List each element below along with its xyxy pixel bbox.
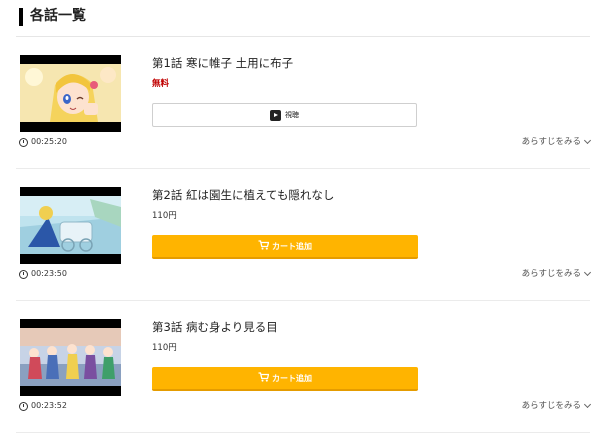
section-header: 各話一覧: [16, 0, 590, 37]
synopsis-toggle[interactable]: あらすじをみる: [521, 267, 592, 281]
episode-thumbnail[interactable]: [20, 55, 121, 132]
episode-item: 00:25:20 第1話 寒に帷子 土用に布子 無料 視聴 あらすじをみる: [16, 37, 592, 169]
episode-price: 110円: [152, 343, 177, 353]
synopsis-label: あらすじをみる: [521, 137, 581, 147]
chevron-down-icon: [583, 400, 592, 409]
watch-button-label: 視聴: [285, 111, 299, 119]
section-title: 各話一覧: [30, 8, 86, 24]
add-to-cart-button[interactable]: カート追加: [152, 367, 418, 391]
episode-item: 00:23:50 第2話 紅は園生に植えても隠れなし 110円 カート追加 あら…: [16, 169, 592, 301]
episode-title[interactable]: 第3話 病む身より見る目: [152, 319, 278, 335]
cart-button-label: カート追加: [272, 241, 312, 251]
episode-title[interactable]: 第1話 寒に帷子 土用に布子: [152, 55, 293, 71]
section-title-bar: [19, 8, 23, 26]
episode-duration: 00:23:52: [19, 399, 67, 413]
cart-icon: [258, 372, 270, 384]
episode-price: 無料: [152, 79, 170, 89]
cart-icon: [258, 240, 270, 252]
synopsis-toggle[interactable]: あらすじをみる: [521, 399, 592, 413]
chevron-down-icon: [583, 136, 592, 145]
clock-icon: [19, 269, 28, 279]
episode-duration: 00:25:20: [19, 135, 67, 149]
chevron-down-icon: [583, 268, 592, 277]
duration-text: 00:23:52: [31, 401, 67, 410]
episode-thumbnail[interactable]: [20, 319, 121, 396]
cart-button-label: カート追加: [272, 373, 312, 383]
synopsis-label: あらすじをみる: [521, 401, 581, 411]
duration-text: 00:25:20: [31, 137, 67, 146]
synopsis-label: あらすじをみる: [521, 269, 581, 279]
clock-icon: [19, 401, 28, 411]
episode-duration: 00:23:50: [19, 267, 67, 281]
play-icon: [270, 109, 281, 121]
watch-button[interactable]: 視聴: [152, 103, 417, 127]
episode-title[interactable]: 第2話 紅は園生に植えても隠れなし: [152, 187, 334, 203]
synopsis-toggle[interactable]: あらすじをみる: [521, 135, 592, 149]
add-to-cart-button[interactable]: カート追加: [152, 235, 418, 259]
duration-text: 00:23:50: [31, 269, 67, 278]
episode-price: 110円: [152, 211, 177, 221]
episode-thumbnail[interactable]: [20, 187, 121, 264]
episode-item: 00:23:52 第3話 病む身より見る目 110円 カート追加 あらすじをみる: [16, 301, 592, 433]
clock-icon: [19, 137, 28, 147]
